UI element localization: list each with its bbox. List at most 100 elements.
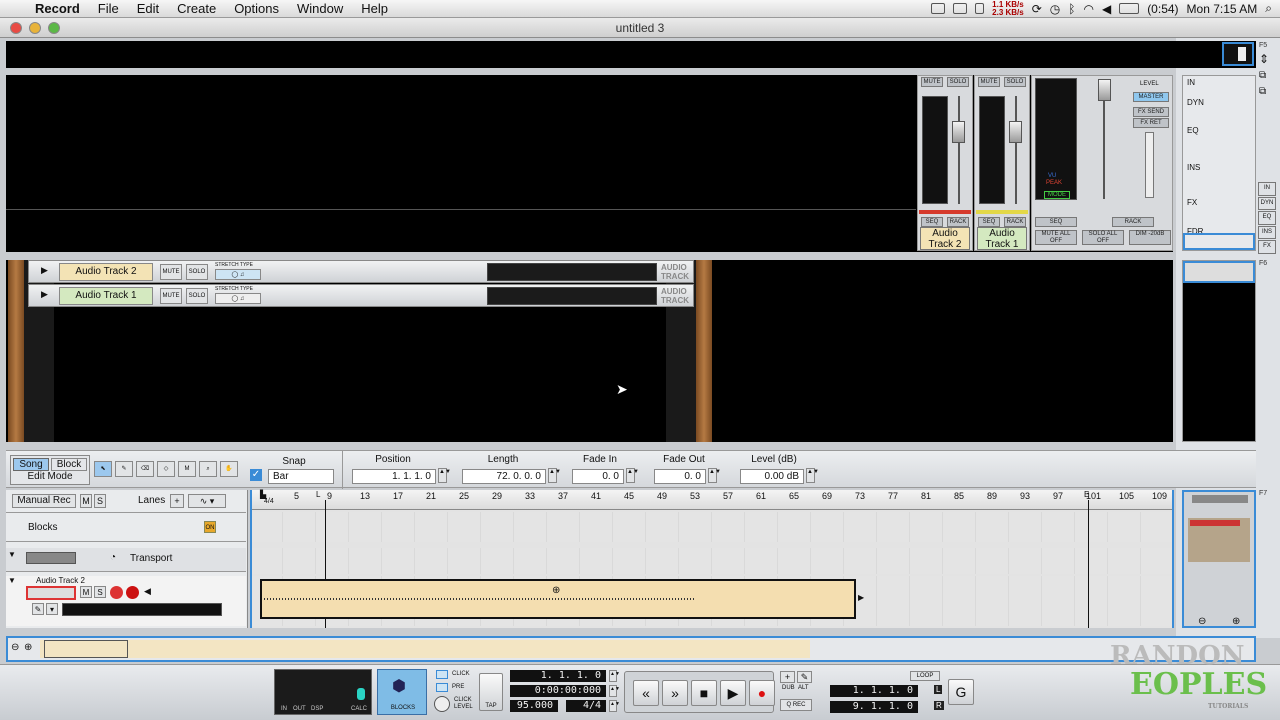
track-solo[interactable]: S <box>94 586 106 598</box>
fx-send-button[interactable]: FX SEND <box>1133 107 1169 117</box>
seq-button[interactable]: SEQ <box>921 217 943 227</box>
menu-window[interactable]: Window <box>288 0 352 18</box>
tempo-display[interactable]: 95.000 <box>510 700 558 712</box>
mini-fx[interactable]: FX <box>1258 240 1276 254</box>
loop-left-marker[interactable]: L <box>316 490 320 499</box>
clipboard-icon[interactable] <box>975 3 985 14</box>
time-stepper[interactable]: ▲▼ <box>609 685 620 697</box>
level-handle-icon[interactable]: ⊕ <box>552 585 560 596</box>
sync-icon[interactable]: ⟳ <box>1032 2 1042 16</box>
minimize-button[interactable] <box>29 22 41 34</box>
add-lane-icon[interactable]: + <box>170 494 184 508</box>
seq-track-name[interactable]: Audio Track 2 <box>36 576 85 585</box>
solo-button[interactable]: SOLO <box>186 288 208 304</box>
transport-lane[interactable] <box>250 548 1174 574</box>
record-icon[interactable]: ● <box>749 680 775 706</box>
record-enable-icon[interactable] <box>110 586 123 599</box>
section-ins[interactable]: INS <box>1187 163 1200 172</box>
fade-out-stepper[interactable]: ▲▼ <box>708 468 721 483</box>
zoom-in-icon[interactable]: ⊕ <box>1232 616 1240 627</box>
section-fx[interactable]: FX <box>1187 198 1197 207</box>
menu-edit[interactable]: Edit <box>128 0 168 18</box>
click-toggle[interactable] <box>436 670 448 679</box>
zoom-out-icon[interactable]: ⊖ <box>1198 616 1206 627</box>
pencil-tool-icon[interactable]: ✎ <box>115 461 133 477</box>
monitor-icon[interactable] <box>126 586 139 599</box>
snap-select[interactable]: Bar <box>268 469 334 484</box>
mute-button[interactable]: MUTE <box>978 77 1000 87</box>
level-stepper[interactable]: ▲▼ <box>806 468 819 483</box>
position-field[interactable]: 1. 1. 1. 0 <box>352 469 436 484</box>
gamepad-icon[interactable] <box>953 3 968 14</box>
fade-in-field[interactable]: 0. 0 <box>572 469 624 484</box>
wifi-icon[interactable]: ◠ <box>1083 2 1093 16</box>
zoom-button[interactable] <box>48 22 60 34</box>
razor-tool-icon[interactable]: ◇ <box>157 461 175 477</box>
solo-button[interactable]: SOLO <box>186 264 208 280</box>
dim-button[interactable]: DIM -20dB <box>1129 230 1171 245</box>
menu-options[interactable]: Options <box>225 0 288 18</box>
mixer-view-selector[interactable] <box>1183 233 1255 250</box>
section-dyn[interactable]: DYN <box>1187 98 1204 107</box>
rack-navigator[interactable] <box>1182 260 1256 442</box>
menu-app[interactable]: Record <box>26 0 89 18</box>
block-mode-button[interactable]: Block <box>51 458 87 471</box>
snap-checkbox[interactable]: ✓ <box>250 469 262 481</box>
menu-create[interactable]: Create <box>168 0 225 18</box>
track2-name[interactable]: Audio Track 2 <box>920 227 970 250</box>
menu-file[interactable]: File <box>89 0 128 18</box>
menu-help[interactable]: Help <box>352 0 397 18</box>
track-mute[interactable]: M <box>80 586 92 598</box>
mini-eq[interactable]: EQ <box>1258 211 1276 225</box>
fade-in-stepper[interactable]: ▲▼ <box>626 468 639 483</box>
pre-toggle[interactable] <box>436 683 448 692</box>
scroll-thumb[interactable] <box>44 640 128 658</box>
fade-out-field[interactable]: 0. 0 <box>654 469 706 484</box>
master-fader[interactable] <box>1098 79 1111 101</box>
zoom-out-icon[interactable]: ⊖ <box>11 642 19 653</box>
blocks-button[interactable]: ⬢ BLOCKS <box>377 669 427 715</box>
mute-button[interactable]: MUTE <box>160 288 182 304</box>
collapse-icon[interactable]: ▼ <box>8 576 16 585</box>
length-stepper[interactable]: ▲▼ <box>548 468 561 483</box>
dub-pencil-icon[interactable]: ✎ <box>797 671 812 683</box>
mini-dyn[interactable]: DYN <box>1258 196 1276 210</box>
battery-icon[interactable] <box>1119 3 1140 14</box>
blocks-on-toggle[interactable]: ON <box>204 521 216 533</box>
mini-ins[interactable]: INS <box>1258 225 1276 239</box>
time-display[interactable]: 0:00:00:000 <box>510 685 606 697</box>
rewind-icon[interactable]: « <box>633 680 659 706</box>
mute-all-m[interactable]: M <box>80 494 92 508</box>
solo-button[interactable]: SOLO <box>1004 77 1026 87</box>
stretch-type-selector[interactable]: ◯ ♫ <box>215 293 261 304</box>
sequencer-navigator[interactable]: ⊖ ⊕ <box>1182 490 1256 628</box>
navigator-thumb[interactable] <box>1222 42 1254 66</box>
detach-icon[interactable]: ⧉ <box>1259 86 1266 97</box>
fader-handle[interactable] <box>1009 121 1022 143</box>
bus-selector[interactable] <box>1145 132 1154 198</box>
close-button[interactable] <box>10 22 22 34</box>
position-stepper[interactable]: ▲▼ <box>609 670 620 682</box>
length-field[interactable]: 72. 0. 0. 0 <box>462 469 546 484</box>
dropdown-icon[interactable]: ▾ <box>46 603 58 615</box>
section-in[interactable]: IN <box>1187 78 1195 87</box>
track1-name[interactable]: Audio Track 1 <box>977 227 1027 250</box>
seq-button[interactable]: SEQ <box>1035 217 1077 227</box>
signature-stepper[interactable]: ▲▼ <box>609 700 620 712</box>
stop-icon[interactable]: ■ <box>691 680 717 706</box>
song-mode-button[interactable]: Song <box>13 458 49 471</box>
reason-logo-icon[interactable]: G <box>948 679 974 705</box>
mini-in[interactable]: IN <box>1258 182 1276 196</box>
blocks-lane[interactable] <box>250 512 1174 542</box>
solo-all-s[interactable]: S <box>94 494 106 508</box>
fader-handle[interactable] <box>952 121 965 143</box>
manual-rec-button[interactable]: Manual Rec <box>12 494 76 508</box>
rack-track-name[interactable]: Audio Track 1 <box>59 287 153 305</box>
edit-mode-button[interactable]: Edit Mode <box>13 471 87 482</box>
eraser-tool-icon[interactable]: ⌫ <box>136 461 154 477</box>
detach-icon[interactable]: ⧉ <box>1259 70 1266 81</box>
clock[interactable]: Mon 7:15 AM <box>1187 2 1258 16</box>
audio-clip[interactable]: ⊕ <box>260 579 856 619</box>
expand-icon[interactable]: ▶ <box>41 289 48 300</box>
zoom-in-icon[interactable]: ⊕ <box>24 642 32 653</box>
